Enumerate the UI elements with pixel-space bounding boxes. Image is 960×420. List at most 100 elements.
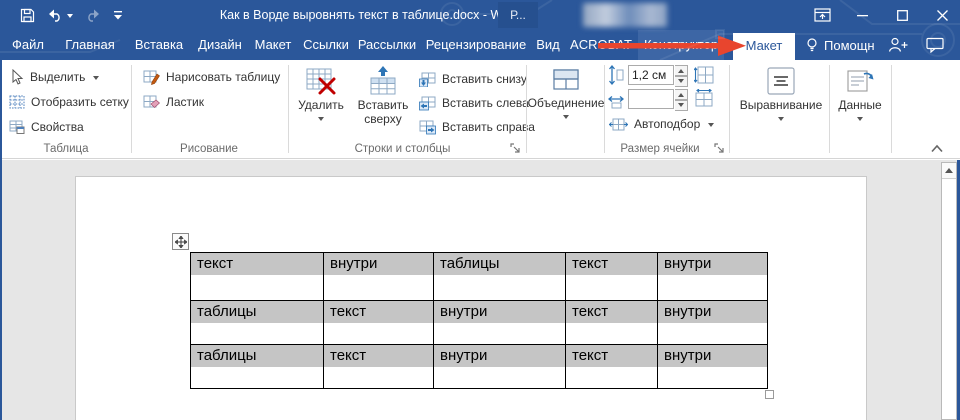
share-button[interactable] bbox=[888, 30, 908, 60]
collapse-ribbon-button[interactable] bbox=[930, 140, 944, 158]
ribbon: Выделить Отобразить сетку bbox=[0, 60, 960, 159]
alignment-icon bbox=[766, 66, 796, 96]
delete-label: Удалить bbox=[298, 99, 344, 113]
user-account-button[interactable]: Р... bbox=[498, 2, 538, 28]
undo-dropdown-arrow[interactable] bbox=[67, 14, 73, 21]
table-cell[interactable]: внутри bbox=[658, 253, 768, 301]
table-cell[interactable]: текст bbox=[566, 301, 658, 345]
user-name-redacted bbox=[583, 3, 667, 27]
view-gridlines-label: Отобразить сетку bbox=[31, 95, 129, 109]
merge-button[interactable]: Объединение bbox=[530, 64, 602, 154]
selected-text: текст bbox=[566, 345, 657, 367]
table-cell[interactable]: таблицы bbox=[434, 253, 566, 301]
document-page[interactable]: текствнутритаблицытекствнутритаблицытекс… bbox=[75, 176, 867, 420]
merge-cells-icon bbox=[551, 66, 581, 94]
insert-left-icon bbox=[419, 96, 436, 111]
table-cell[interactable]: текст bbox=[566, 253, 658, 301]
row-height-spinner[interactable] bbox=[675, 65, 688, 85]
eraser-button[interactable]: Ластик bbox=[140, 91, 207, 113]
redo-button[interactable] bbox=[85, 8, 101, 22]
properties-button[interactable]: Свойства bbox=[6, 116, 87, 138]
close-button[interactable] bbox=[932, 5, 952, 25]
view-gridlines-button[interactable]: Отобразить сетку bbox=[6, 91, 132, 113]
draw-table-button[interactable]: Нарисовать таблицу bbox=[140, 66, 283, 88]
table-cell[interactable]: внутри bbox=[658, 345, 768, 389]
alignment-button[interactable]: Выравнивание bbox=[737, 64, 825, 154]
autofit-button[interactable]: Автоподбор bbox=[606, 113, 717, 135]
lightbulb-icon bbox=[806, 38, 818, 53]
row-height-icon bbox=[608, 65, 624, 90]
group-divider bbox=[729, 65, 730, 153]
alignment-dropdown-arrow bbox=[778, 117, 784, 124]
table-cell[interactable]: внутри bbox=[658, 301, 768, 345]
customize-qat-button[interactable] bbox=[113, 10, 123, 20]
delete-button[interactable]: Удалить bbox=[292, 64, 350, 154]
table-cell[interactable]: текст bbox=[566, 345, 658, 389]
minimize-icon bbox=[857, 10, 868, 21]
tab-view[interactable]: Вид bbox=[532, 30, 564, 60]
table-cell[interactable]: текст bbox=[324, 301, 434, 345]
rows-cols-dialog-launcher[interactable] bbox=[510, 141, 523, 154]
dialog-launcher-icon bbox=[510, 143, 521, 154]
group-label-table: Таблица bbox=[6, 143, 126, 157]
table-cell[interactable]: таблицы bbox=[191, 301, 324, 345]
data-dropdown-arrow bbox=[857, 117, 863, 124]
tell-me-button[interactable]: Помощн bbox=[806, 30, 875, 60]
tab-mailings[interactable]: Рассылки bbox=[356, 30, 418, 60]
scroll-up-button[interactable] bbox=[942, 163, 956, 179]
redo-icon bbox=[85, 8, 101, 22]
tab-review[interactable]: Рецензирование bbox=[424, 30, 528, 60]
distribute-columns-button[interactable] bbox=[694, 89, 716, 114]
draw-table-label: Нарисовать таблицу bbox=[166, 70, 280, 84]
selected-text: внутри bbox=[434, 301, 565, 323]
comments-button[interactable] bbox=[926, 30, 944, 60]
maximize-button[interactable] bbox=[892, 5, 912, 25]
maximize-icon bbox=[897, 10, 908, 21]
quick-access-toolbar bbox=[20, 4, 123, 26]
word-window: Как в Ворде выровнять текст в таблице.do… bbox=[0, 0, 960, 420]
selected-text: внутри bbox=[658, 345, 767, 367]
vertical-scrollbar[interactable] bbox=[941, 162, 957, 420]
save-button[interactable] bbox=[20, 8, 35, 23]
properties-label: Свойства bbox=[31, 120, 84, 134]
table-cell[interactable]: текст bbox=[324, 345, 434, 389]
table-resize-handle[interactable] bbox=[765, 390, 774, 399]
column-width-input[interactable] bbox=[628, 89, 674, 109]
table-cell[interactable]: текст bbox=[191, 253, 324, 301]
distribute-rows-button[interactable] bbox=[694, 65, 716, 90]
table-move-handle[interactable] bbox=[172, 233, 189, 250]
selected-text: внутри bbox=[658, 301, 767, 323]
insert-left-label: Вставить слева bbox=[442, 96, 529, 110]
insert-above-button[interactable]: Вставить сверху bbox=[352, 64, 414, 154]
doc-table: текствнутритаблицытекствнутритаблицытекс… bbox=[190, 252, 768, 389]
column-width-spinner[interactable] bbox=[675, 89, 688, 109]
insert-below-button[interactable]: Вставить снизу bbox=[416, 68, 530, 90]
undo-button[interactable] bbox=[47, 8, 73, 22]
table-cell[interactable]: внутри bbox=[324, 253, 434, 301]
selected-text: текст bbox=[566, 301, 657, 323]
dialog-launcher-icon bbox=[714, 143, 725, 154]
tab-layout[interactable]: Макет bbox=[250, 30, 296, 60]
distribute-rows-icon bbox=[694, 65, 716, 85]
table-cell[interactable]: внутри bbox=[434, 301, 566, 345]
insert-left-button[interactable]: Вставить слева bbox=[416, 92, 532, 114]
select-button[interactable]: Выделить bbox=[6, 66, 102, 88]
tab-references[interactable]: Ссылки bbox=[300, 30, 352, 60]
minimize-button[interactable] bbox=[852, 5, 872, 25]
save-icon bbox=[20, 8, 35, 23]
tab-design[interactable]: Дизайн bbox=[194, 30, 246, 60]
data-button[interactable]: Данные bbox=[831, 64, 889, 154]
table-cell[interactable]: внутри bbox=[434, 345, 566, 389]
tab-home[interactable]: Главная bbox=[58, 30, 122, 60]
gridlines-icon bbox=[9, 95, 25, 109]
ribbon-display-options-button[interactable] bbox=[812, 5, 832, 25]
table-cell[interactable]: таблицы bbox=[191, 345, 324, 389]
cell-size-dialog-launcher[interactable] bbox=[714, 141, 727, 154]
tab-insert[interactable]: Вставка bbox=[130, 30, 188, 60]
insert-right-button[interactable]: Вставить справа bbox=[416, 116, 538, 138]
selected-text: таблицы bbox=[191, 345, 323, 367]
selected-text: текст bbox=[324, 301, 433, 323]
row-height-input[interactable] bbox=[628, 65, 674, 85]
tab-file[interactable]: Файл bbox=[6, 30, 50, 60]
autofit-icon bbox=[609, 117, 628, 132]
